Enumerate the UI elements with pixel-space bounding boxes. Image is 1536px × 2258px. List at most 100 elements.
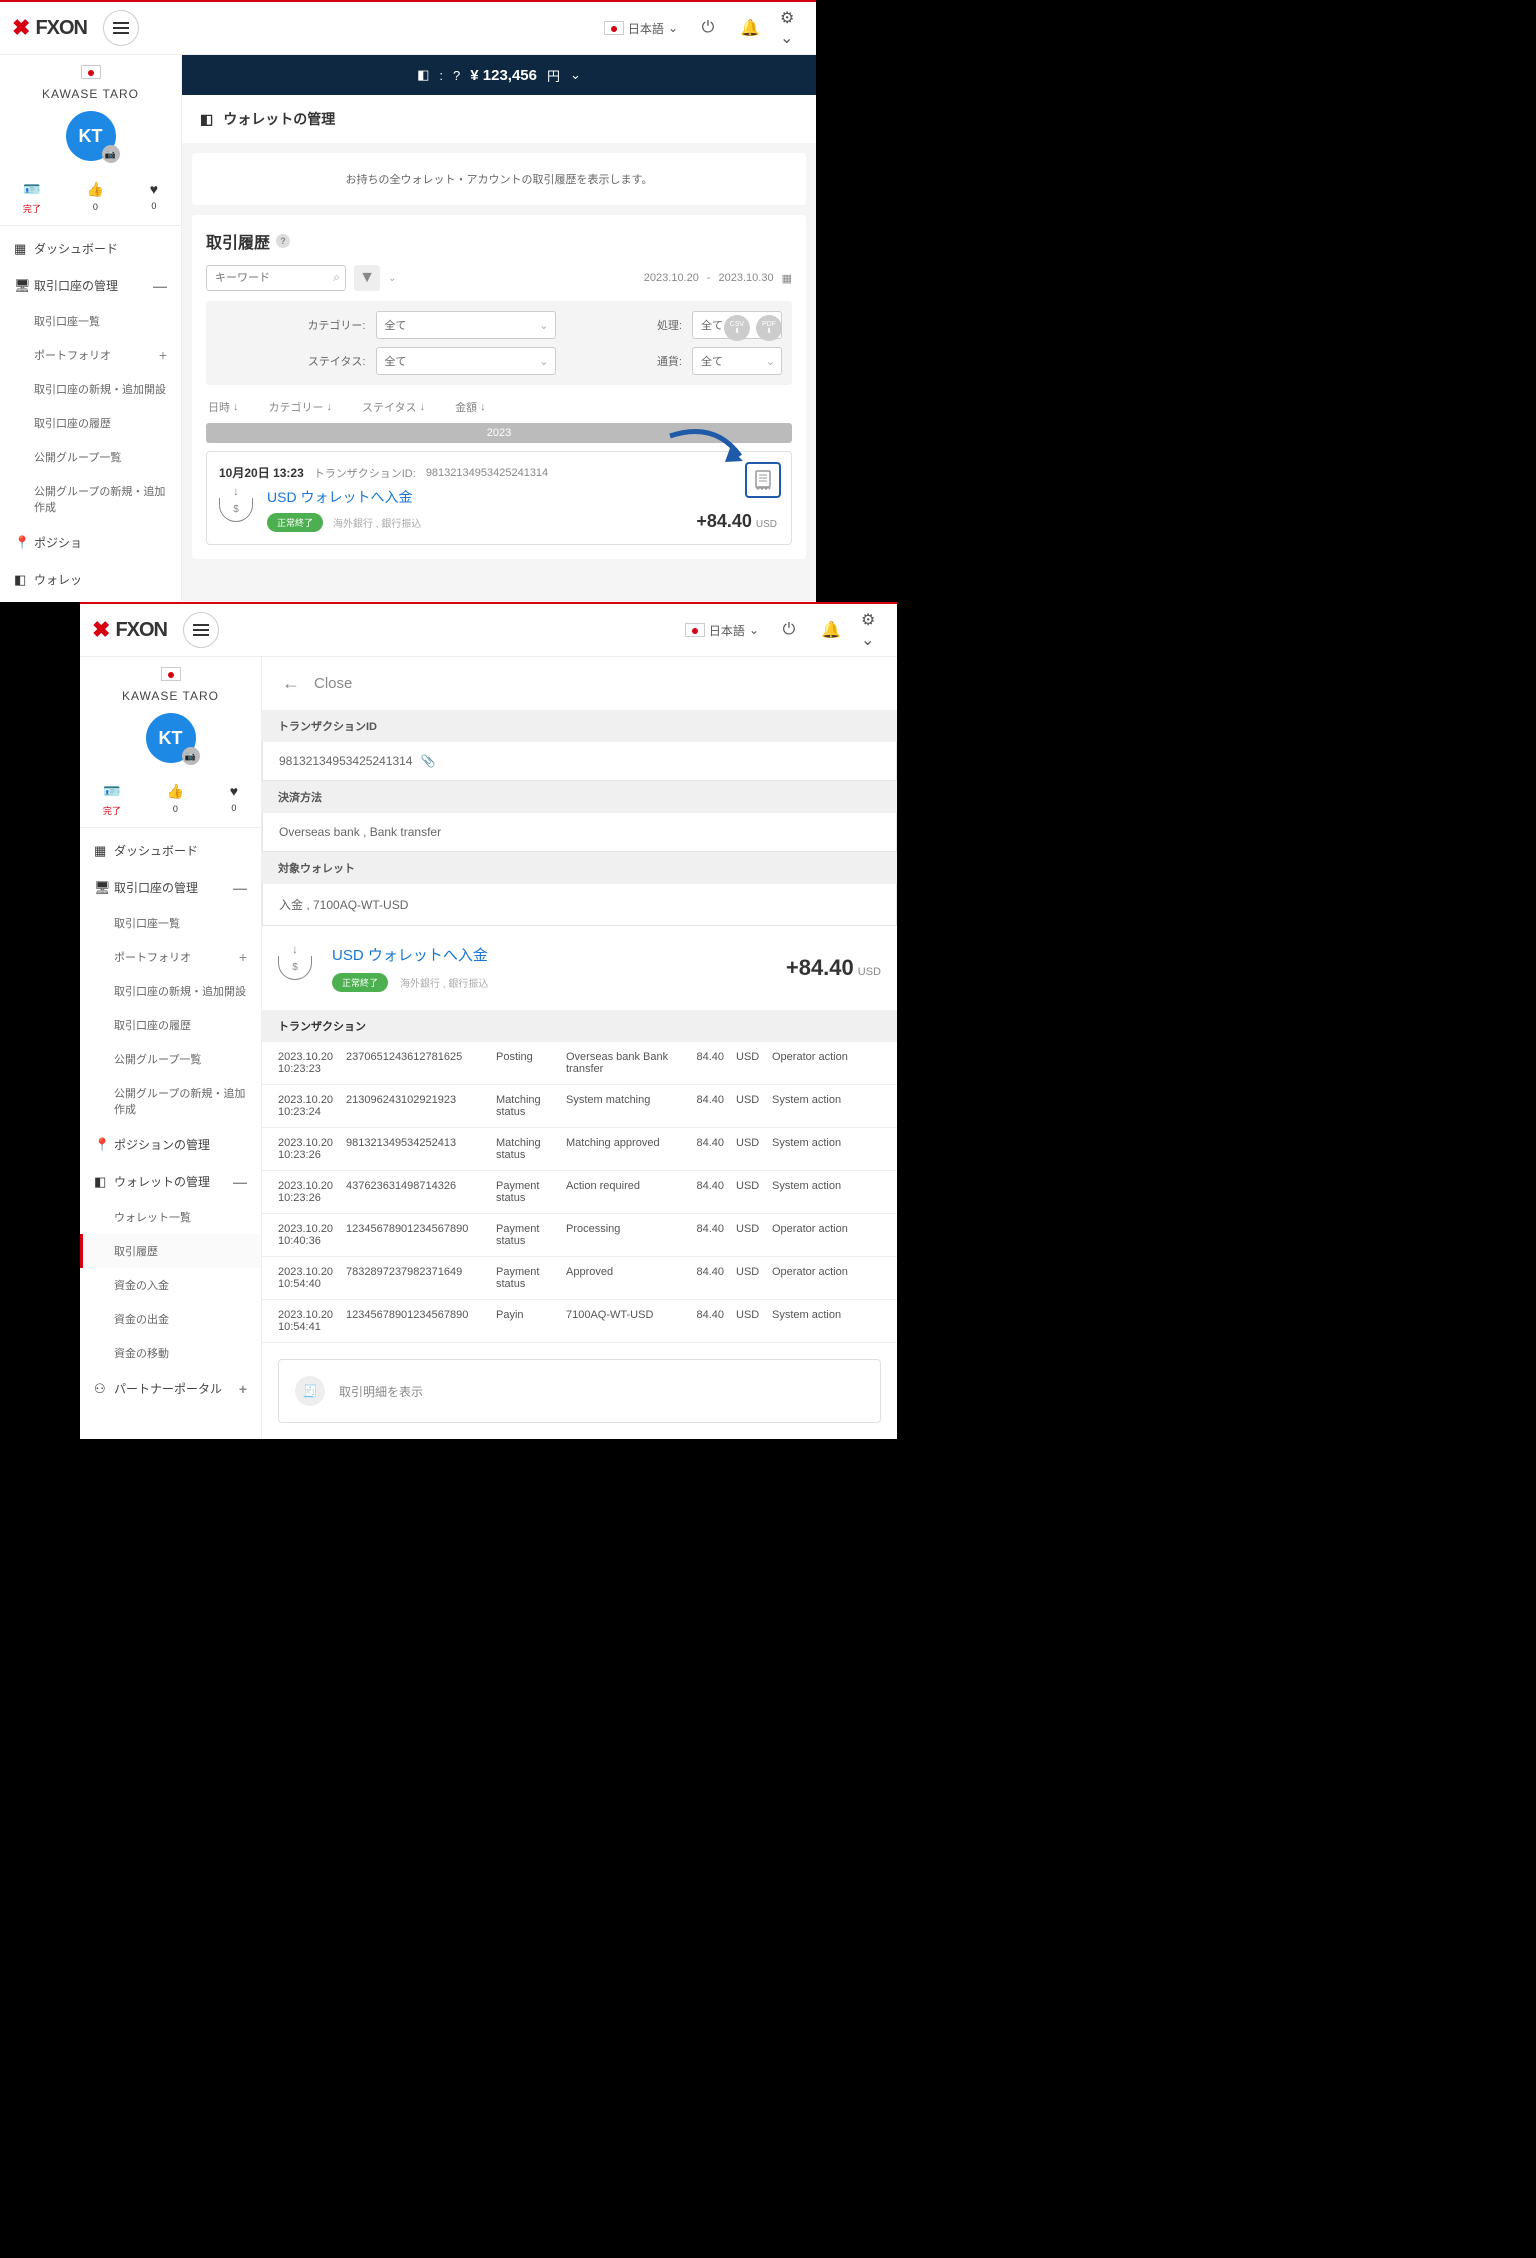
show-detail-button[interactable]: 🧾 取引明細を表示 [278,1359,881,1423]
nav-account-history[interactable]: 取引口座の履歴 [0,406,181,440]
help-icon[interactable]: ? [453,68,460,83]
filter-status[interactable]: 全て [376,347,556,375]
monitor-icon: 🖥 [94,880,114,896]
user-stats: 🪪完了 👍0 ♥0 [80,769,261,828]
nav-portfolio[interactable]: ポートフォリオ+ [0,338,181,372]
help-icon[interactable]: ? [276,234,290,248]
bell-icon[interactable]: 🔔 [819,618,843,642]
thumbs-up-icon: 👍 [87,181,104,198]
date-range[interactable]: 2023.10.20-2023.10.30▦ [644,272,792,285]
gear-icon[interactable]: ⚙ ⌄ [780,16,804,40]
document-icon: 🧾 [295,1376,325,1406]
avatar[interactable]: KT📷 [146,713,196,763]
transaction-amount: +84.40USD [786,955,881,981]
nav-dashboard[interactable]: ▦ダッシュボード [0,230,181,267]
pin-icon: 📍 [14,535,34,551]
nav-account-list[interactable]: 取引口座一覧 [0,304,181,338]
table-row: 2023.10.2010:54:407832897237982371649Pay… [262,1257,897,1300]
transaction-summary: $ USD ウォレットへ入金 正常終了 海外銀行 , 銀行振込 +84.40US… [262,926,897,1010]
deposit-icon: $ [278,956,312,980]
col-status[interactable]: ステイタス ↓ [362,399,425,415]
transaction-table: 2023.10.2010:23:232370651243612781625Pos… [262,1042,897,1343]
history-section: 取引履歴? ⌕ ▼ ⌄ 2023.10.20-2023.10.30▦ カテゴリー… [192,215,806,559]
nav-accounts[interactable]: 🖥取引口座の管理— [80,869,261,906]
nav-wallet-list[interactable]: ウォレット一覧 [80,1200,261,1234]
detail-panel: ← Close トランザクションID 98132134953425241314📎… [262,657,897,1439]
language-selector[interactable]: 日本語⌄ [604,20,678,37]
nav-dashboard[interactable]: ▦ダッシュボード [80,832,261,869]
nav-transfer[interactable]: 資金の移動 [80,1336,261,1370]
nav-accounts[interactable]: 🖥取引口座の管理— [0,267,181,304]
detail-button[interactable] [745,462,781,498]
nav-positions[interactable]: 📍ポジションの管理 [80,1126,261,1163]
nav-group-list[interactable]: 公開グループ一覧 [0,440,181,474]
transaction-card[interactable]: 10月20日 13:23 トランザクションID: 981321349534252… [206,451,792,545]
nav-account-new[interactable]: 取引口座の新規・追加開設 [80,974,261,1008]
table-row: 2023.10.2010:23:232370651243612781625Pos… [262,1042,897,1085]
nav-deposit[interactable]: 資金の入金 [80,1268,261,1302]
close-bar: ← Close [262,657,897,710]
nav-account-history[interactable]: 取引口座の履歴 [80,1008,261,1042]
table-row: 2023.10.2010:23:26437623631498714326Paym… [262,1171,897,1214]
download-csv-button[interactable]: CSV⬇ [724,315,750,341]
gear-icon[interactable]: ⚙ ⌄ [861,618,885,642]
monitor-icon: 🖥 [14,278,34,294]
sidebar: KAWASE TARO KT📷 🪪完了 👍0 ♥0 ▦ダッシュボード 🖥取引口座… [80,657,262,1439]
chevron-down-icon[interactable]: ⌄ [388,273,396,284]
col-category[interactable]: カテゴリー ↓ [269,399,333,415]
nav-tx-history[interactable]: 取引履歴 [80,1234,261,1268]
balance-amount: ¥ 123,456 [470,67,537,84]
grid-icon: ▦ [94,843,114,859]
avatar[interactable]: KT📷 [66,111,116,161]
power-icon[interactable]: ⏻ [777,618,801,642]
nav-portfolio[interactable]: ポートフォリオ+ [80,940,261,974]
nav-partner[interactable]: ⚇パートナーポータル+ [80,1370,261,1407]
balance-bar: ◧:? ¥ 123,456 円⌄ [182,55,816,95]
wallet-value: 入金 , 7100AQ-WT-USD [262,884,897,926]
filter-panel: カテゴリー:全て 処理:全て ステイタス:全て 通貨:全て CSV⬇ PDF⬇ [206,301,792,385]
status-badge: 正常終了 [267,513,323,532]
user-name: KAWASE TARO [0,87,181,101]
filter-currency[interactable]: 全て [692,347,782,375]
filter-category[interactable]: 全て [376,311,556,339]
user-stats: 🪪完了 👍0 ♥0 [0,167,181,226]
camera-icon[interactable]: 📷 [182,747,200,765]
col-datetime[interactable]: 日時 ↓ [208,399,239,415]
filter-button[interactable]: ▼ [354,265,380,291]
nav-wallet[interactable]: ◧ウォレッ [0,561,181,598]
col-amount[interactable]: 金額 ↓ [455,399,486,415]
nav-withdraw[interactable]: 資金の出金 [80,1302,261,1336]
flag-jp-icon [81,65,101,79]
menu-toggle[interactable] [183,612,219,648]
calendar-icon: ▦ [782,272,792,285]
power-icon[interactable]: ⏻ [696,16,720,40]
download-pdf-button[interactable]: PDF⬇ [756,315,782,341]
txid-label: トランザクションID [262,710,897,742]
back-arrow-icon[interactable]: ← [282,673,300,694]
heart-icon: ♥ [150,181,158,197]
receipt-icon [754,470,772,490]
search-icon: ⌕ [333,270,340,285]
table-row: 2023.10.2010:23:24213096243102921923Matc… [262,1085,897,1128]
attachment-icon[interactable]: 📎 [420,754,435,768]
table-row: 2023.10.2010:54:411234567890123456789​0P… [262,1300,897,1343]
logo: ✖FXON [92,617,167,643]
menu-toggle[interactable] [103,10,139,46]
topbar: ✖FXON 日本語⌄ ⏻ 🔔 ⚙ ⌄ [0,0,816,55]
bell-icon[interactable]: 🔔 [738,16,762,40]
nav-positions[interactable]: 📍ポジショ [0,524,181,561]
language-selector[interactable]: 日本語⌄ [685,622,759,639]
page-title: ◧ウォレットの管理 [182,95,816,143]
close-label[interactable]: Close [314,675,352,692]
nav-account-new[interactable]: 取引口座の新規・追加開設 [0,372,181,406]
nav-group-new[interactable]: 公開グループの新規・追加作成 [80,1076,261,1126]
nav-account-list[interactable]: 取引口座一覧 [80,906,261,940]
camera-icon[interactable]: 📷 [102,145,120,163]
flag-jp-icon [161,667,181,681]
nav-group-new[interactable]: 公開グループの新規・追加作成 [0,474,181,524]
search-input[interactable]: ⌕ [206,265,346,291]
nav-group-list[interactable]: 公開グループ一覧 [80,1042,261,1076]
nav-wallet[interactable]: ◧ウォレットの管理— [80,1163,261,1200]
logo: ✖FXON [12,15,87,41]
id-card-icon: 🪪 [23,181,41,198]
